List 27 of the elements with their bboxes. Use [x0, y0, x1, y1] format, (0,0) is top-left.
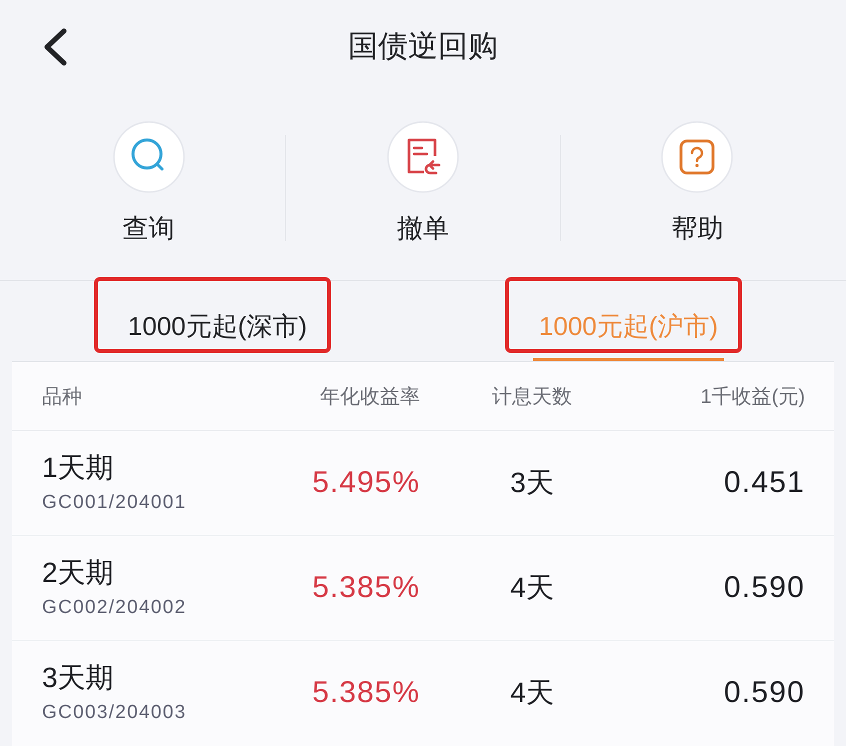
product-code: GC002/204002	[42, 597, 186, 619]
product-code: GC001/204001	[42, 492, 186, 514]
search-icon	[112, 121, 185, 193]
document-return-icon	[386, 121, 459, 193]
product-name: 3天期	[42, 662, 115, 694]
annual-rate: 5.385%	[312, 571, 420, 605]
cancel-order-button[interactable]: 撤单	[386, 121, 459, 243]
product-name: 1天期	[42, 452, 115, 484]
column-header: 计息天数	[492, 384, 572, 410]
column-header: 1千收益(元)	[700, 384, 805, 410]
income-per-thousand: 0.590	[724, 571, 805, 605]
market-tab[interactable]: 1000元起(深市)	[122, 285, 314, 361]
product-name: 2天期	[42, 557, 115, 589]
query-button[interactable]: 查询	[112, 121, 185, 243]
interest-days: 4天	[510, 674, 554, 712]
annual-rate: 5.495%	[312, 466, 420, 500]
page-title: 国债逆回购	[348, 29, 498, 65]
interest-days: 3天	[510, 464, 554, 502]
annual-rate: 5.385%	[312, 676, 420, 710]
product-code: GC003/204003	[42, 702, 186, 724]
column-header: 品种	[42, 384, 82, 410]
column-header: 年化收益率	[320, 384, 420, 410]
income-per-thousand: 0.590	[724, 676, 805, 710]
interest-days: 4天	[510, 569, 554, 607]
help-button[interactable]: 帮助	[661, 121, 734, 243]
help-icon	[661, 121, 734, 193]
income-per-thousand: 0.451	[724, 466, 805, 500]
